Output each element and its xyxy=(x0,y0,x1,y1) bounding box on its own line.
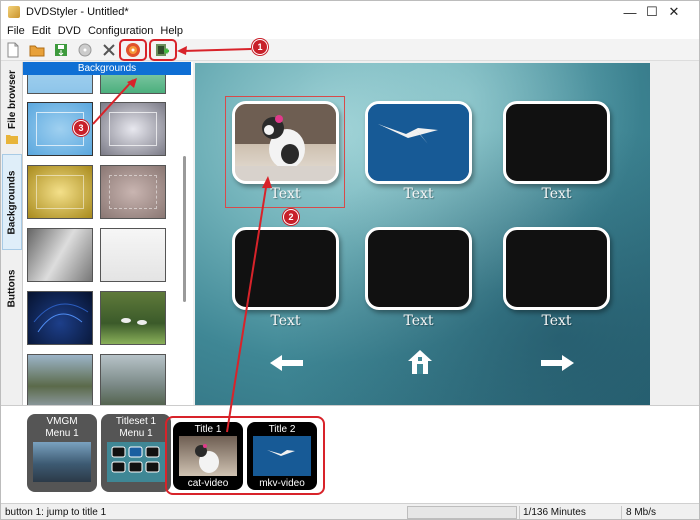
title-2-filename: mkv-video xyxy=(259,478,305,489)
background-thumb[interactable] xyxy=(27,165,93,219)
title-bar: DVDStyler - Untitled* — ☐ ✕ xyxy=(1,1,699,23)
home-icon[interactable] xyxy=(407,349,433,375)
menu-edit[interactable]: Edit xyxy=(30,25,56,37)
burn-disc-icon[interactable] xyxy=(77,42,93,58)
window-title: DVDStyler - Untitled* xyxy=(26,6,129,18)
menu-help[interactable]: Help xyxy=(158,25,188,37)
open-folder-icon[interactable] xyxy=(29,42,45,58)
arrow-right-icon[interactable] xyxy=(540,355,574,371)
status-text: button 1: jump to title 1 xyxy=(5,507,107,518)
title-card-1[interactable]: Title 1 cat-video xyxy=(173,422,243,490)
tab-buttons[interactable]: Buttons xyxy=(2,258,22,318)
backgrounds-scrollbar[interactable] xyxy=(183,156,186,302)
status-rate: 8 Mb/s xyxy=(626,507,657,518)
background-thumb[interactable] xyxy=(27,291,93,345)
button-label-6: Text xyxy=(541,313,572,329)
titleset-menu-label: Menu 1 xyxy=(119,428,153,439)
add-file-highlight xyxy=(149,39,177,61)
dvdstyler-window: DVDStyler - Untitled* — ☐ ✕ File Edit DV… xyxy=(0,0,700,520)
annotation-arrow-3 xyxy=(92,78,137,125)
app-icon xyxy=(8,6,20,18)
tab-buttons-label: Buttons xyxy=(6,269,18,307)
title-1-label: Title 1 xyxy=(194,424,222,435)
button-label-5: Text xyxy=(403,313,434,329)
annotation-badge-3: 3 xyxy=(73,120,89,136)
tab-backgrounds[interactable]: Backgrounds xyxy=(2,154,22,250)
vmgm-label: VMGM xyxy=(46,416,78,427)
titleset-manager: VMGM Menu 1 Titleset 1 Menu 1 Title 1 ca… xyxy=(1,176,699,503)
menu-file[interactable]: File xyxy=(5,25,30,37)
annotation-badge-1: 1 xyxy=(252,39,268,55)
video-button-3[interactable] xyxy=(503,101,610,184)
titleset-menu-thumbnail xyxy=(107,442,165,482)
video-button-6[interactable] xyxy=(503,227,610,310)
video-button-5[interactable] xyxy=(365,227,472,310)
background-thumb[interactable] xyxy=(100,165,166,219)
background-thumb[interactable] xyxy=(100,354,166,405)
backgrounds-header: Backgrounds xyxy=(23,62,191,75)
sidebar-tabs: File browser Backgrounds Buttons xyxy=(1,62,23,405)
progress-bar xyxy=(407,506,517,519)
selected-button-frame xyxy=(225,96,345,208)
menu-button-highlight xyxy=(119,39,147,61)
video-button-2[interactable] xyxy=(365,101,472,184)
backgrounds-panel: Backgrounds 3 xyxy=(23,62,193,405)
tab-file-browser-label: File browser xyxy=(6,69,18,129)
vmgm-menu-card[interactable]: VMGM Menu 1 xyxy=(27,414,97,492)
status-separator xyxy=(621,506,622,519)
mkv-video-thumbnail xyxy=(253,436,311,476)
titleset-menu-card[interactable]: Titleset 1 Menu 1 xyxy=(101,414,171,492)
menu-dvd[interactable]: DVD xyxy=(56,25,86,37)
title-2-label: Title 2 xyxy=(268,424,296,435)
background-thumb[interactable] xyxy=(100,291,166,345)
status-separator xyxy=(519,506,520,519)
annotation-arrow-2 xyxy=(226,176,272,433)
background-thumb[interactable] xyxy=(100,228,166,282)
settings-tools-icon[interactable] xyxy=(101,42,117,58)
menu-bar: File Edit DVD Configuration Help xyxy=(1,23,699,39)
tab-file-browser[interactable]: File browser xyxy=(2,64,22,134)
tab-backgrounds-label: Backgrounds xyxy=(6,170,18,234)
arrow-left-icon[interactable] xyxy=(270,355,304,371)
title-card-2[interactable]: Title 2 mkv-video xyxy=(247,422,317,490)
vmgm-menu-label: Menu 1 xyxy=(45,428,79,439)
cat-video-thumbnail xyxy=(179,436,237,476)
new-project-icon[interactable] xyxy=(5,42,21,58)
toolbar: 1 xyxy=(1,39,699,61)
button-label-4: Text xyxy=(270,313,301,329)
bird-thumbnail xyxy=(368,104,469,181)
annotation-arrow-1 xyxy=(177,46,252,55)
menu-canvas[interactable]: Text Text Text Text Text Text xyxy=(195,63,650,405)
vmgm-thumbnail xyxy=(33,442,91,482)
menu-configuration[interactable]: Configuration xyxy=(86,25,158,37)
annotation-badge-2: 2 xyxy=(283,209,299,225)
title-1-filename: cat-video xyxy=(187,478,229,489)
background-thumb[interactable] xyxy=(27,354,93,405)
menu-editor: Text Text Text Text Text Text xyxy=(194,62,699,405)
save-icon[interactable] xyxy=(53,42,69,58)
titleset-label: Titleset 1 xyxy=(115,416,157,427)
button-label-3: Text xyxy=(541,186,572,202)
close-button[interactable]: ✕ xyxy=(651,1,697,23)
folder-icon xyxy=(6,135,18,144)
status-bar: button 1: jump to title 1 1/136 Minutes … xyxy=(1,503,699,519)
button-label-2: Text xyxy=(403,186,434,202)
status-minutes: 1/136 Minutes xyxy=(523,507,586,518)
background-thumb[interactable] xyxy=(27,228,93,282)
